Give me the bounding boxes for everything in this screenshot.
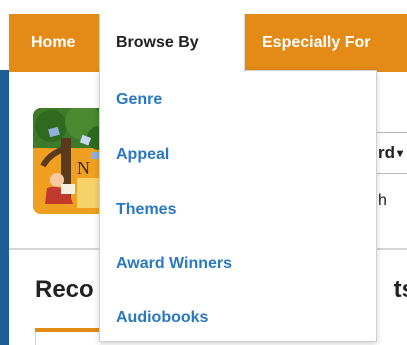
nav-browse-by[interactable]: Browse By [99, 14, 245, 72]
dropdown-item-audiobooks[interactable]: Audiobooks [116, 309, 208, 327]
site-logo[interactable]: N [33, 108, 109, 214]
left-edge-bar [0, 70, 9, 345]
nav-home[interactable]: Home [31, 14, 75, 72]
section-heading-right: ts [393, 276, 407, 303]
search-field-select-value: rd [378, 143, 395, 162]
nav-especially-for[interactable]: Especially For [262, 14, 371, 72]
reading-tree-icon: N [33, 108, 109, 214]
chevron-down-icon: ▾ [397, 146, 404, 160]
section-heading-left: Reco [35, 276, 94, 303]
dropdown-item-themes[interactable]: Themes [116, 201, 176, 219]
search-hint-text: h [378, 192, 387, 209]
page-frame: Home Browse By Especially For N rd ▾ h R… [0, 0, 407, 345]
dropdown-item-award-winners[interactable]: Award Winners [116, 255, 232, 273]
dropdown-item-appeal[interactable]: Appeal [116, 146, 169, 164]
tab-border [35, 332, 36, 345]
svg-text:N: N [77, 158, 90, 178]
browse-by-dropdown-menu: Genre Appeal Themes Award Winners Audiob… [99, 70, 377, 342]
dropdown-item-genre[interactable]: Genre [116, 91, 162, 109]
